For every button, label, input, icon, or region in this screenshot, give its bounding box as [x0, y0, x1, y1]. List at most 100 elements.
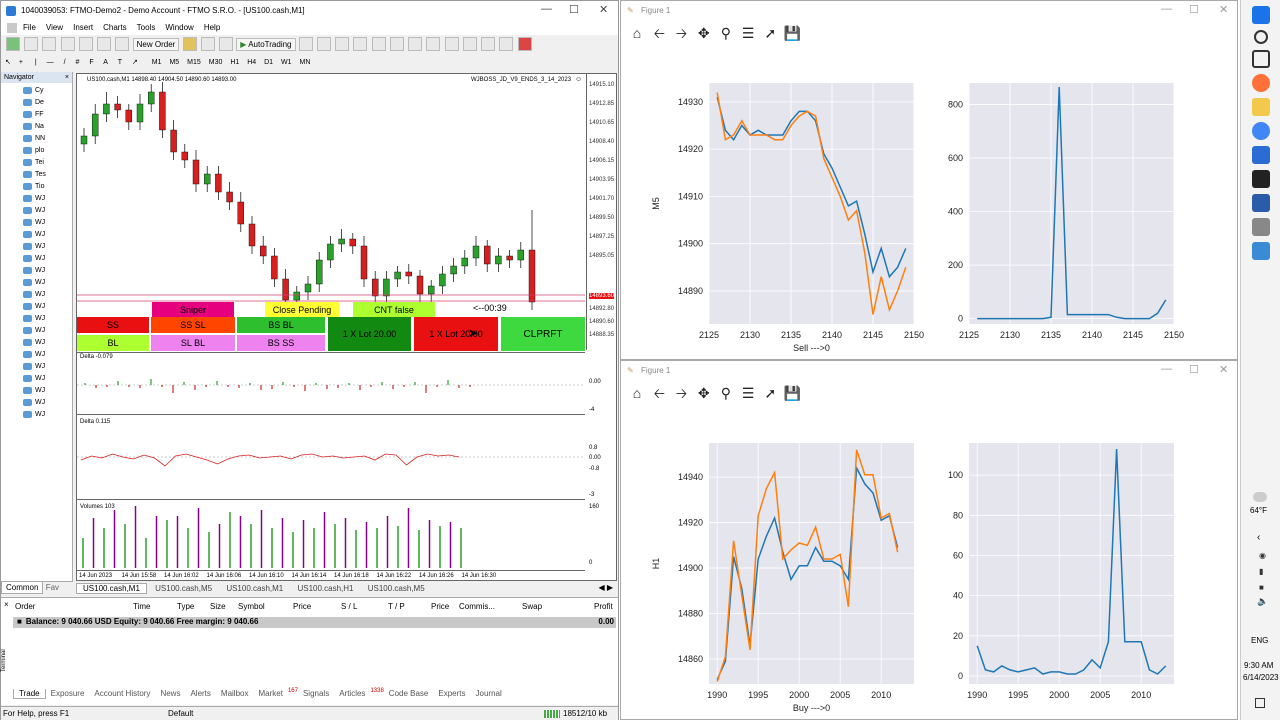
navigator-item[interactable]: WJ — [23, 313, 72, 325]
close-pending-button[interactable]: Close Pending — [265, 302, 339, 317]
arrows-icon[interactable]: ↗ — [132, 59, 138, 66]
terminal-tab[interactable]: Alerts — [185, 689, 215, 698]
tray-chevron-icon[interactable]: ‹ — [1257, 532, 1260, 543]
figure1-maximize-icon[interactable]: ☐ — [1189, 3, 1199, 16]
app-icon-2[interactable] — [1251, 194, 1270, 212]
ss-button[interactable]: SS — [77, 317, 149, 333]
navigator-item[interactable]: WJ — [23, 205, 72, 217]
navigator-item[interactable]: De — [23, 97, 72, 109]
clock-date[interactable]: 6/14/2023 — [1243, 673, 1279, 682]
cnt-button[interactable]: CNT false — [353, 302, 435, 317]
close-icon[interactable]: ✕ — [599, 3, 608, 16]
tf-h1[interactable]: H1 — [230, 59, 239, 66]
tf-mn[interactable]: MN — [299, 59, 310, 66]
navigator-item[interactable]: WJ — [23, 265, 72, 277]
save-icon[interactable]: 💾 — [783, 385, 803, 402]
figure2-minimize-icon[interactable]: — — [1161, 363, 1172, 375]
app-icon-3[interactable] — [1251, 218, 1270, 236]
candle-chart-icon[interactable] — [316, 37, 331, 51]
clock-time[interactable]: 9:30 AM — [1244, 661, 1273, 670]
tf-m1[interactable]: M1 — [152, 59, 162, 66]
menu-insert[interactable]: Insert — [73, 21, 93, 35]
navigator-item[interactable]: WJ — [23, 349, 72, 361]
zoom-icon[interactable]: ⚲ — [716, 385, 736, 402]
chart-tab-1[interactable]: US100.cash,M1 — [76, 583, 147, 594]
navigator-item[interactable]: WJ — [23, 361, 72, 373]
navigator-item[interactable]: WJ — [23, 373, 72, 385]
terminal-tab[interactable]: Code Base — [384, 689, 434, 698]
chart-tab-4[interactable]: US100.cash,H1 — [291, 584, 359, 593]
new-chart-icon[interactable] — [6, 37, 20, 51]
cursor-icon[interactable]: ↖ — [5, 59, 11, 66]
autoscroll-icon[interactable] — [408, 37, 423, 51]
profiles-icon[interactable] — [24, 37, 39, 51]
bl-button[interactable]: BL — [77, 335, 149, 351]
menu-charts[interactable]: Charts — [103, 21, 127, 35]
notifications-icon[interactable] — [1255, 698, 1265, 708]
periods-icon[interactable] — [462, 37, 477, 51]
minimize-icon[interactable]: — — [541, 3, 552, 15]
navigator-item[interactable]: WJ — [23, 193, 72, 205]
navigator-item[interactable]: plo — [23, 145, 72, 157]
figure1-close-icon[interactable]: ✕ — [1219, 3, 1228, 16]
tabs-scroll-icon[interactable]: ◀ ▶ — [598, 583, 613, 592]
vline-icon[interactable]: | — [35, 59, 37, 66]
terminal-tab[interactable]: News — [155, 689, 185, 698]
navigator-item[interactable]: WJ — [23, 385, 72, 397]
navigator-item[interactable]: WJ — [23, 325, 72, 337]
chart-shift-icon[interactable] — [426, 37, 441, 51]
label-icon[interactable]: T — [118, 59, 122, 66]
home-icon[interactable]: ⌂ — [627, 385, 647, 401]
navigator-item[interactable]: Cy — [23, 85, 72, 97]
file-explorer-icon[interactable] — [1251, 98, 1270, 116]
language[interactable]: ENG — [1251, 636, 1268, 645]
bar-chart-icon[interactable] — [298, 37, 313, 51]
clprft-button[interactable]: CLPRFT — [501, 317, 585, 351]
navigator-item[interactable]: NN — [23, 133, 72, 145]
fibo-icon[interactable]: F — [89, 59, 93, 66]
weather-icon[interactable] — [1253, 492, 1267, 502]
bs-ss-button[interactable]: BS SS — [237, 335, 325, 351]
channel-icon[interactable]: # — [76, 59, 80, 66]
sl-bl-button[interactable]: SL BL — [151, 335, 235, 351]
edit-axis-icon[interactable]: ➚ — [760, 385, 780, 402]
edit-axis-icon[interactable]: ➚ — [760, 25, 780, 42]
save-icon[interactable]: 💾 — [783, 25, 803, 42]
figure1-canvas[interactable]: 2125 2130 2135 2140 2145 2150 14930 14920 14910 1… — [621, 43, 1237, 359]
market-icon[interactable] — [219, 37, 234, 51]
firefox-icon[interactable] — [1251, 74, 1270, 92]
figure1-minimize-icon[interactable]: — — [1161, 3, 1172, 15]
sniper-button[interactable]: Sniper — [152, 302, 234, 317]
navigator-item[interactable]: WJ — [23, 409, 72, 421]
zoom-out-icon[interactable] — [371, 37, 386, 51]
menu-tools[interactable]: Tools — [137, 21, 156, 35]
trendline-icon[interactable]: / — [64, 59, 66, 66]
search-icon[interactable] — [1253, 30, 1268, 44]
help-icon[interactable] — [517, 37, 532, 51]
navigator-item[interactable]: WJ — [23, 217, 72, 229]
navigator-item[interactable]: WJ — [23, 289, 72, 301]
app-icon-1[interactable] — [1251, 146, 1270, 164]
ss-sl-button[interactable]: SS SL — [151, 317, 235, 333]
navigator-item[interactable]: WJ — [23, 277, 72, 289]
terminal-tab[interactable]: Account History — [89, 689, 155, 698]
lot-buy-button[interactable]: 1 X Lot 20.00 — [328, 317, 411, 351]
terminal-tab[interactable]: Trade — [13, 688, 46, 699]
crosshair-icon[interactable]: + — [19, 59, 23, 66]
chrome-icon[interactable] — [1251, 122, 1270, 140]
configure-subplots-icon[interactable]: ☰ — [738, 385, 758, 402]
tester-icon[interactable] — [115, 37, 130, 51]
pan-icon[interactable]: ✥ — [694, 25, 714, 42]
figure2-close-icon[interactable]: ✕ — [1219, 363, 1228, 376]
metaeditor-icon[interactable] — [182, 37, 197, 51]
navigator-icon[interactable] — [78, 37, 93, 51]
navigator-item[interactable]: WJ — [23, 301, 72, 313]
terminal-tab[interactable]: Mailbox — [216, 689, 254, 698]
tf-d1[interactable]: D1 — [264, 59, 273, 66]
terminal-close-icon[interactable]: × — [4, 600, 9, 609]
data-window-icon[interactable] — [60, 37, 75, 51]
figure2-maximize-icon[interactable]: ☐ — [1189, 363, 1199, 376]
menu-view[interactable]: View — [46, 21, 63, 35]
search-icon[interactable] — [499, 37, 514, 51]
terminal-tab[interactable]: Journal — [471, 689, 507, 698]
